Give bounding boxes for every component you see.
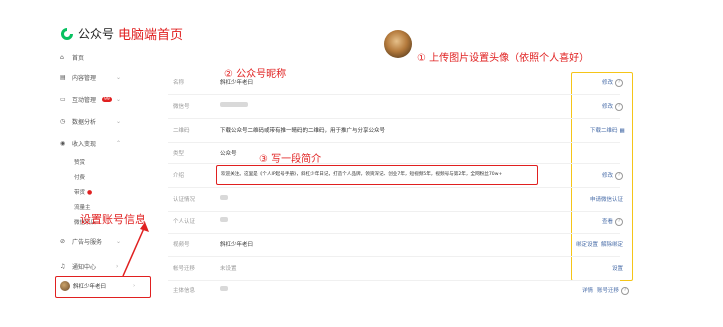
row-label-name: 名称 bbox=[173, 80, 185, 86]
sidebar-item-label: 收入变现 bbox=[72, 141, 97, 148]
action-label: 修改 bbox=[602, 173, 614, 179]
redacted-value bbox=[220, 195, 228, 200]
help-icon: ? bbox=[615, 78, 624, 87]
brand-name: 公众号 bbox=[78, 27, 115, 41]
home-icon: ⌂ bbox=[60, 53, 64, 61]
row-value-entity bbox=[220, 286, 228, 293]
message-icon: ▭ bbox=[60, 95, 66, 103]
red-dot-icon: ● bbox=[87, 189, 93, 196]
help-icon: ? bbox=[615, 171, 624, 180]
sidebar-item-label: 数据分析 bbox=[72, 119, 97, 126]
annotation-avatar: ① 上传图片设置头像（依照个人喜好） bbox=[417, 53, 590, 64]
unbind-button[interactable]: 解除绑定 bbox=[601, 240, 623, 248]
row-value-migration: 未设置 bbox=[220, 266, 237, 272]
user-name: 斜杠少年老曰 bbox=[73, 284, 107, 290]
sidebar-user[interactable]: 斜杠少年老曰 › bbox=[60, 281, 135, 291]
chevron-down-icon: ⌄ bbox=[116, 96, 122, 103]
brand[interactable]: 公众号 电脑端首页 bbox=[60, 24, 183, 43]
row-label-personal-verification: 个人认证 bbox=[173, 219, 196, 225]
sidebar-item-content[interactable]: ▤ 内容管理 ⌄ bbox=[60, 73, 121, 83]
row-label-verification: 认证情况 bbox=[173, 197, 196, 203]
view-personal-verification-button[interactable]: 查看? bbox=[602, 217, 624, 226]
apply-verification-button[interactable]: 申请微信认证 bbox=[590, 195, 623, 203]
subitem-label: 带货 bbox=[74, 190, 86, 196]
chevron-down-icon: ⌄ bbox=[116, 118, 122, 125]
divider bbox=[168, 118, 620, 119]
sidebar-item-label: 互动管理 bbox=[72, 97, 97, 104]
row-label-entity: 主体信息 bbox=[173, 288, 196, 294]
action-label: 查看 bbox=[602, 219, 614, 225]
migration-settings-button[interactable]: 设置 bbox=[612, 264, 623, 272]
divider bbox=[168, 256, 620, 257]
divider bbox=[168, 233, 620, 234]
action-label: 修改 bbox=[602, 104, 614, 110]
sidebar-item-label: 内容管理 bbox=[72, 75, 97, 82]
qrcode-icon: ▦ bbox=[619, 128, 625, 134]
help-icon: ? bbox=[615, 102, 624, 111]
sidebar-item-ads[interactable]: ⊘ 广告与服务 ⌄ bbox=[60, 237, 121, 247]
divider bbox=[168, 163, 620, 164]
row-value-channels: 斜杠少年老曰 bbox=[220, 242, 254, 248]
row-value-wechat-id bbox=[220, 102, 248, 109]
row-value-name: 斜杠少年老曰 bbox=[220, 80, 254, 86]
divider bbox=[168, 142, 620, 143]
document-icon: ▤ bbox=[60, 73, 66, 81]
row-label-intro: 介绍 bbox=[173, 173, 185, 179]
download-qrcode-button[interactable]: 下载二维码 ▦ bbox=[590, 126, 625, 134]
notification-badge: 99 bbox=[102, 97, 112, 102]
subitem-commerce[interactable]: 带货 ● bbox=[74, 188, 92, 196]
action-label: 下载二维码 bbox=[590, 128, 618, 134]
binding-settings-button[interactable]: 绑定设置 bbox=[576, 240, 598, 248]
sidebar-item-monetization[interactable]: ◉ 收入变现 ⌃ bbox=[60, 139, 121, 149]
money-icon: ◉ bbox=[60, 139, 66, 147]
divider bbox=[168, 211, 620, 212]
sidebar-item-label: 广告与服务 bbox=[72, 239, 103, 246]
subitem-paid[interactable]: 付费 bbox=[74, 173, 85, 181]
profile-avatar[interactable] bbox=[384, 30, 412, 58]
row-label-type: 类型 bbox=[173, 151, 185, 157]
sidebar-item-analytics[interactable]: ◷ 数据分析 ⌄ bbox=[60, 117, 121, 127]
chevron-right-icon: › bbox=[133, 283, 136, 289]
arrow-icon bbox=[122, 222, 149, 277]
ad-icon: ⊘ bbox=[60, 237, 66, 245]
row-value-verification bbox=[220, 195, 228, 202]
wechat-logo-icon bbox=[61, 27, 73, 40]
sidebar-item-home[interactable]: ⌂ 首页 bbox=[60, 53, 85, 63]
divider bbox=[168, 187, 620, 188]
account-migration-link[interactable]: 账号迁移? bbox=[597, 286, 630, 295]
help-icon: ? bbox=[621, 286, 630, 295]
row-label-channels: 视频号 bbox=[173, 242, 190, 248]
row-label-qrcode: 二维码 bbox=[173, 128, 190, 134]
row-value-intro: 欢迎关注。这里是《个人IP起号手册》，斜杠少年日记，打造个人品牌，领资深记、创业… bbox=[221, 172, 503, 177]
redacted-value bbox=[220, 286, 228, 291]
sidebar-item-label: 通知中心 bbox=[72, 264, 97, 271]
clock-icon: ◷ bbox=[60, 117, 66, 125]
sidebar-item-interaction[interactable]: ▭ 互动管理 99 ⌄ bbox=[60, 95, 121, 105]
row-value-type: 公众号 bbox=[220, 151, 237, 157]
bell-icon: ♫ bbox=[60, 262, 66, 270]
divider bbox=[168, 94, 620, 95]
chevron-up-icon: ⌃ bbox=[116, 140, 122, 147]
row-label-migration: 帐号迁移 bbox=[173, 266, 196, 272]
subitem-reward[interactable]: 赞赏 bbox=[74, 158, 85, 166]
redacted-value bbox=[220, 217, 228, 222]
row-value-qrcode: 下载公众号二维码或带有推一睛码的二维码，用于推广与分享公众号 bbox=[220, 128, 386, 134]
help-icon: ? bbox=[615, 217, 624, 226]
chevron-down-icon: ⌄ bbox=[116, 74, 122, 81]
sidebar-item-notifications[interactable]: ♫ 通知中心 › bbox=[60, 262, 118, 272]
edit-intro-button[interactable]: 修改? bbox=[602, 171, 624, 180]
edit-wechat-id-button[interactable]: 修改? bbox=[602, 102, 624, 111]
row-value-personal-verification bbox=[220, 217, 228, 224]
redacted-value bbox=[220, 102, 248, 107]
subitem-traffic[interactable]: 流量主 bbox=[74, 203, 91, 211]
brand-annotation: 电脑端首页 bbox=[118, 28, 184, 43]
entity-details-button[interactable]: 详情 bbox=[582, 286, 593, 294]
action-label: 修改 bbox=[602, 80, 614, 86]
sidebar-item-label: 首页 bbox=[72, 55, 85, 62]
row-label-wechat-id: 微信号 bbox=[173, 104, 190, 110]
edit-name-button[interactable]: 修改? bbox=[602, 78, 624, 87]
action-label: 账号迁移 bbox=[597, 288, 620, 294]
avatar bbox=[60, 281, 70, 291]
divider bbox=[168, 280, 620, 281]
